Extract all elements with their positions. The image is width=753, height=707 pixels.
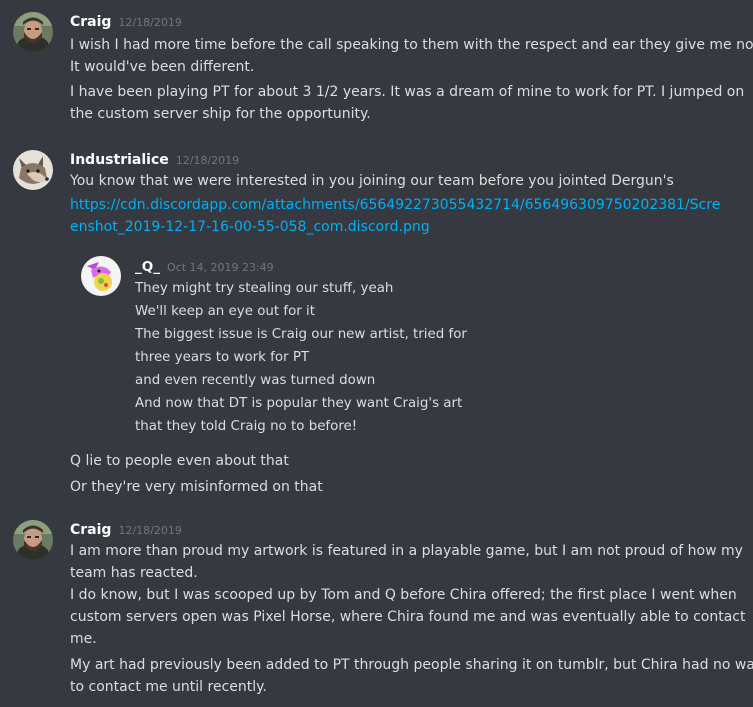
message-header: Craig 12/18/2019 xyxy=(70,11,182,30)
wolf-avatar-icon[interactable] xyxy=(13,150,53,190)
bearded-man-avatar-icon[interactable] xyxy=(13,520,53,560)
quoted-text: We'll keep an eye out for it xyxy=(135,304,316,319)
message-text: to contact me until recently. xyxy=(70,679,267,695)
message-text: me. xyxy=(70,631,97,647)
message-text: My art had previously been added to PT t… xyxy=(70,657,753,673)
timestamp: 12/18/2019 xyxy=(118,16,182,29)
quoted-text: and even recently was turned down xyxy=(135,373,376,388)
quoted-text: three years to work for PT xyxy=(135,350,310,365)
message-header: Industrialice 12/18/2019 xyxy=(70,149,239,168)
attachment-link[interactable]: enshot_2019-12-17-16-00-55-058_com.disco… xyxy=(70,216,430,238)
username[interactable]: Craig xyxy=(70,522,111,538)
message-text: the custom server ship for the opportuni… xyxy=(70,106,371,122)
bearded-man-avatar-icon[interactable] xyxy=(13,12,53,52)
quoted-text: They might try stealing our stuff, yeah xyxy=(135,281,394,296)
timestamp: 12/18/2019 xyxy=(175,154,240,167)
dragon-avatar-icon xyxy=(81,256,121,296)
quoted-text: And now that DT is popular they want Cra… xyxy=(135,396,463,411)
message-text: I have been playing PT for about 3 1/2 y… xyxy=(70,84,745,100)
message-text: Q lie to people even about that xyxy=(70,453,289,469)
message-text: Or they're very misinformed on that xyxy=(70,479,323,495)
message-text: I do know, but I was scooped up by Tom a… xyxy=(70,587,737,603)
message-text: You know that we were interested in you … xyxy=(70,173,674,189)
message-header: Craig 12/18/2019 xyxy=(70,519,182,538)
message-text: It would've been different. xyxy=(70,59,255,75)
quoted-username: _Q_ xyxy=(135,259,160,275)
message-text: I wish I had more time before the call s… xyxy=(70,37,753,53)
timestamp: 12/18/2019 xyxy=(118,524,182,537)
username[interactable]: Craig xyxy=(70,14,111,30)
message-text: custom servers open was Pixel Horse, whe… xyxy=(70,609,746,625)
quoted-header: _Q_ Oct 14, 2019 23:49 xyxy=(135,256,274,275)
username[interactable]: Industrialice xyxy=(70,152,169,168)
quoted-timestamp: Oct 14, 2019 23:49 xyxy=(166,261,274,274)
attachment-link[interactable]: https://cdn.discordapp.com/attachments/6… xyxy=(70,194,720,216)
quoted-text: that they told Craig no to before! xyxy=(135,419,358,434)
message-text: I am more than proud my artwork is featu… xyxy=(70,543,743,559)
message-text: team has reacted. xyxy=(70,565,198,581)
quoted-text: The biggest issue is Craig our new artis… xyxy=(135,327,467,342)
